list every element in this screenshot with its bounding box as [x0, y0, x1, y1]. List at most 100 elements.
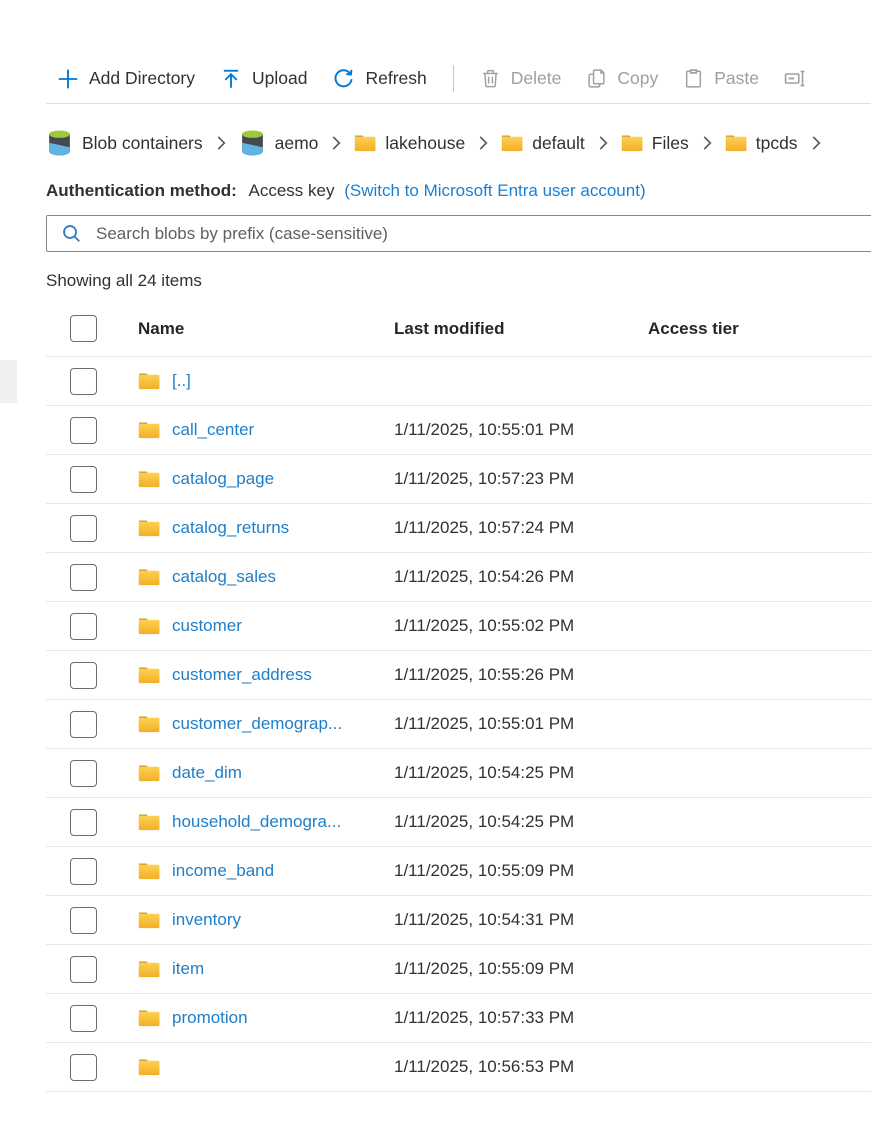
table-row: catalog_returns 1/11/2025, 10:57:24 PM	[46, 504, 871, 553]
folder-icon	[621, 134, 643, 152]
copy-button[interactable]: Copy	[586, 68, 658, 89]
plus-icon	[57, 68, 79, 90]
row-checkbox[interactable]	[70, 662, 97, 689]
last-modified-value: 1/11/2025, 10:57:24 PM	[394, 518, 648, 538]
table-row: date_dim1/11/2025, 10:54:25 PM	[46, 749, 871, 798]
breadcrumb-item-tpcds[interactable]: tpcds	[725, 133, 798, 154]
last-modified-value: 1/11/2025, 10:55:26 PM	[394, 665, 648, 685]
switch-auth-link[interactable]: (Switch to Microsoft Entra user account)	[344, 181, 645, 200]
row-checkbox[interactable]	[70, 564, 97, 591]
search-input[interactable]	[96, 224, 871, 244]
row-checkbox[interactable]	[70, 1054, 97, 1081]
blob-name-link[interactable]: call_center	[172, 420, 254, 440]
table-row: catalog_sales1/11/2025, 10:54:26 PM	[46, 553, 871, 602]
folder-icon	[354, 134, 376, 152]
collapsed-panel-handle[interactable]	[0, 360, 17, 403]
blob-name-link[interactable]: date_dim	[172, 763, 242, 783]
breadcrumb: Blob containers aemo lakehouse default Files…	[46, 127, 871, 159]
table-row: income_band 1/11/2025, 10:55:09 PM	[46, 847, 871, 896]
row-checkbox[interactable]	[70, 956, 97, 983]
table-row: inventory 1/11/2025, 10:54:31 PM	[46, 896, 871, 945]
last-modified-value: 1/11/2025, 10:55:01 PM	[394, 420, 648, 440]
folder-icon	[501, 134, 523, 152]
breadcrumb-item-aemo[interactable]: aemo	[239, 129, 319, 157]
table-row: catalog_page 1/11/2025, 10:57:23 PM	[46, 455, 871, 504]
last-modified-value: 1/11/2025, 10:55:09 PM	[394, 861, 648, 881]
rename-icon	[784, 68, 807, 89]
folder-icon	[138, 813, 160, 831]
folder-icon	[138, 911, 160, 929]
refresh-label: Refresh	[365, 68, 426, 89]
breadcrumb-item-lakehouse[interactable]: lakehouse	[354, 133, 465, 154]
blob-name-link[interactable]: income_band	[172, 861, 274, 881]
table-row: customer 1/11/2025, 10:55:02 PM	[46, 602, 871, 651]
upload-button[interactable]: Upload	[220, 68, 307, 90]
last-modified-value: 1/11/2025, 10:54:31 PM	[394, 910, 648, 930]
row-checkbox[interactable]	[70, 515, 97, 542]
blob-name-link[interactable]: catalog_sales	[172, 567, 276, 587]
row-checkbox[interactable]	[70, 907, 97, 934]
row-checkbox[interactable]	[70, 368, 97, 395]
folder-icon	[138, 519, 160, 537]
last-modified-value: 1/11/2025, 10:55:02 PM	[394, 616, 648, 636]
blob-name-link[interactable]: [..]	[172, 371, 191, 391]
row-checkbox[interactable]	[70, 417, 97, 444]
chevron-right-icon	[595, 135, 611, 151]
delete-button[interactable]: Delete	[480, 68, 562, 89]
row-checkbox[interactable]	[70, 466, 97, 493]
chevron-right-icon	[328, 135, 344, 151]
row-checkbox[interactable]	[70, 809, 97, 836]
blob-name-link[interactable]: item	[172, 959, 204, 979]
blob-table: Name Last modified Access tier [..] call_…	[46, 301, 871, 1092]
blob-name-link[interactable]: promotion	[172, 1008, 248, 1028]
folder-icon	[138, 421, 160, 439]
table-row: call_center 1/11/2025, 10:55:01 PM	[46, 406, 871, 455]
select-all-checkbox[interactable]	[70, 315, 97, 342]
breadcrumb-item-blob-containers[interactable]: Blob containers	[46, 129, 203, 157]
table-row: household_demogra... 1/11/2025, 10:54:25 …	[46, 798, 871, 847]
last-modified-value: 1/11/2025, 10:57:33 PM	[394, 1008, 648, 1028]
column-header-name: Name	[138, 319, 394, 339]
breadcrumb-item-files[interactable]: Files	[621, 133, 689, 154]
refresh-button[interactable]: Refresh	[332, 67, 426, 90]
last-modified-value: 1/11/2025, 10:54:25 PM	[394, 812, 648, 832]
table-header-row: Name Last modified Access tier	[46, 301, 871, 357]
copy-icon	[586, 68, 607, 89]
folder-icon	[138, 764, 160, 782]
blob-name-link[interactable]: customer_address	[172, 665, 312, 685]
blob-name-link[interactable]: customer	[172, 616, 242, 636]
copy-label: Copy	[617, 68, 658, 89]
blob-container-icon	[46, 129, 73, 157]
row-checkbox[interactable]	[70, 858, 97, 885]
row-checkbox[interactable]	[70, 1005, 97, 1032]
item-count-status: Showing all 24 items	[46, 271, 871, 291]
last-modified-value: 1/11/2025, 10:55:09 PM	[394, 959, 648, 979]
upload-icon	[220, 68, 242, 90]
row-checkbox[interactable]	[70, 613, 97, 640]
blob-name-link[interactable]: household_demogra...	[172, 812, 341, 832]
upload-label: Upload	[252, 68, 307, 89]
auth-method-value: Access key	[249, 181, 335, 200]
add-directory-label: Add Directory	[89, 68, 195, 89]
last-modified-value: 1/11/2025, 10:55:01 PM	[394, 714, 648, 734]
table-row: customer_address 1/11/2025, 10:55:26 PM	[46, 651, 871, 700]
breadcrumb-item-default[interactable]: default	[501, 133, 585, 154]
blob-name-link[interactable]: catalog_returns	[172, 518, 289, 538]
blob-name-link[interactable]: inventory	[172, 910, 241, 930]
folder-icon	[138, 862, 160, 880]
add-directory-button[interactable]: Add Directory	[57, 68, 195, 90]
folder-icon	[138, 1009, 160, 1027]
paste-button[interactable]: Paste	[683, 68, 759, 89]
row-checkbox[interactable]	[70, 711, 97, 738]
folder-icon	[138, 470, 160, 488]
auth-method-line: Authentication method: Access key (Switc…	[46, 181, 871, 201]
delete-label: Delete	[511, 68, 562, 89]
rename-button[interactable]	[784, 68, 807, 89]
blob-name-link[interactable]: customer_demograp...	[172, 714, 342, 734]
blob-name-link[interactable]: catalog_page	[172, 469, 274, 489]
breadcrumb-label: Blob containers	[82, 133, 203, 154]
table-row: item 1/11/2025, 10:55:09 PM	[46, 945, 871, 994]
last-modified-value: 1/11/2025, 10:57:23 PM	[394, 469, 648, 489]
trash-icon	[480, 68, 501, 89]
row-checkbox[interactable]	[70, 760, 97, 787]
